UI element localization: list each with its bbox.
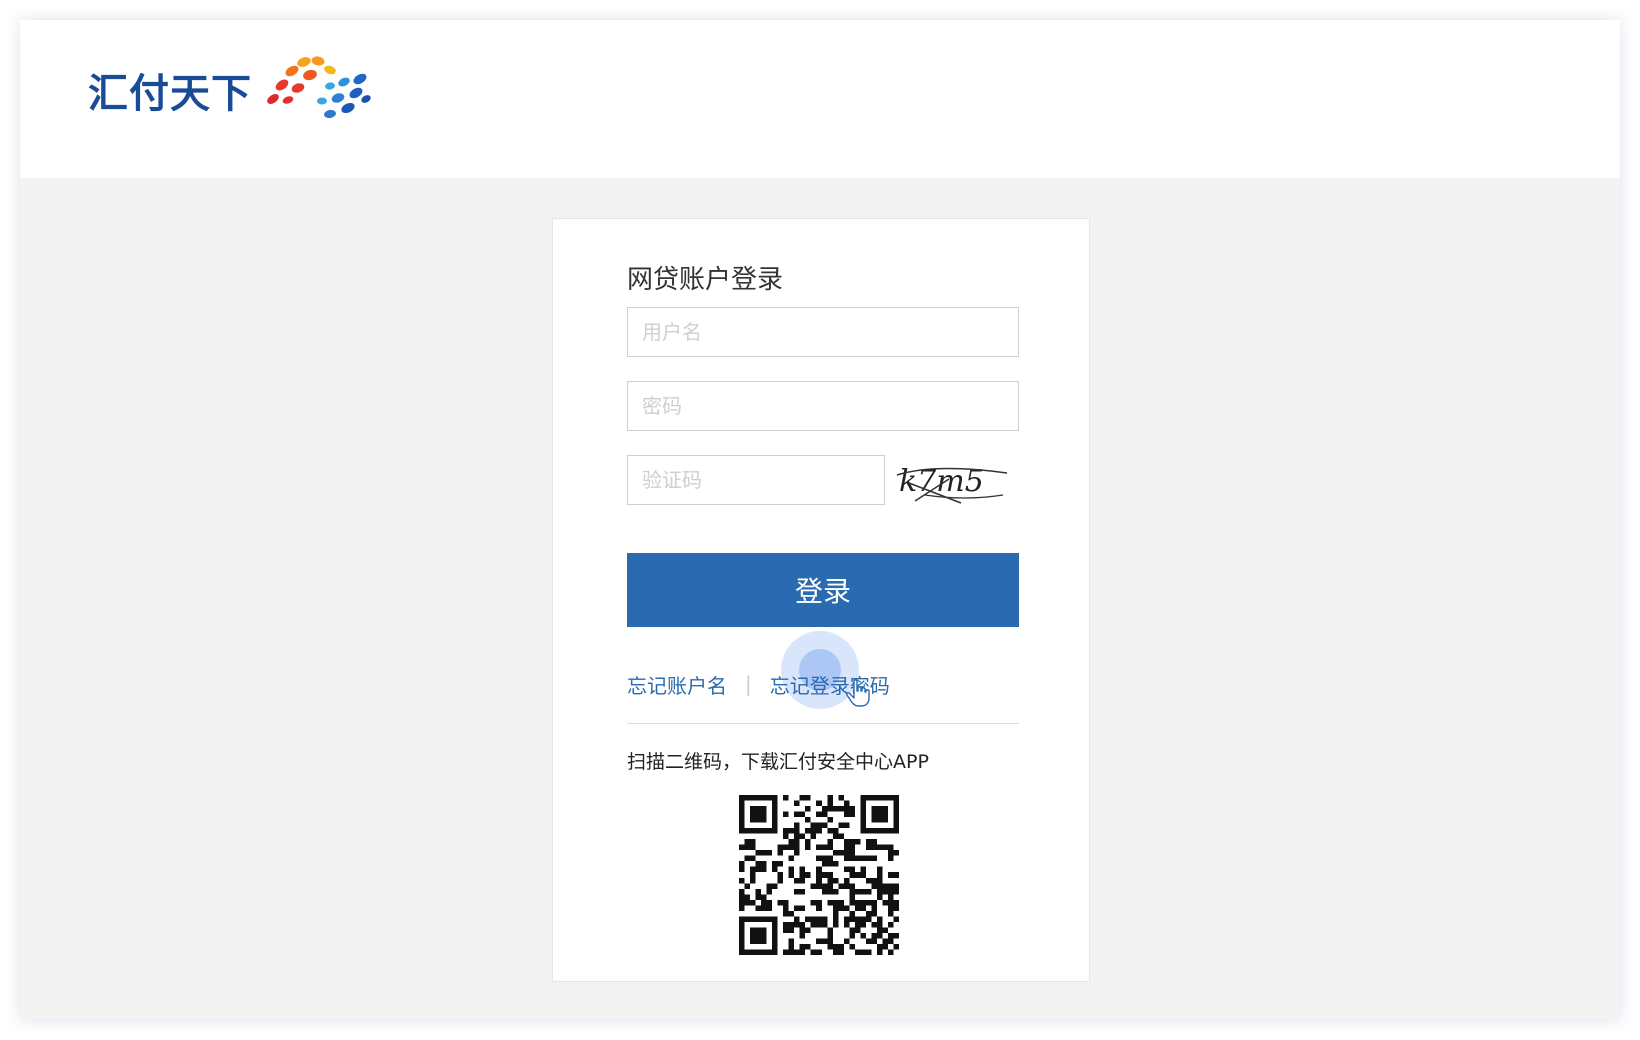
brand-name: 汇付天下 <box>88 71 252 117</box>
flower-logo-icon <box>267 56 371 119</box>
password-input[interactable] <box>627 381 1019 431</box>
pointer-hand-icon <box>846 679 870 707</box>
login-button[interactable]: 登录 <box>627 553 1019 627</box>
qr-code-icon <box>739 795 899 955</box>
section-divider <box>627 723 1019 724</box>
browser-window: 汇付天下 网贷账户登录 用户名 验证码 k7m5 登录 忘记账户名 | 忘记登录… <box>20 20 1620 1020</box>
username-input[interactable] <box>627 307 1019 357</box>
forgot-account-link[interactable]: 忘记账户名 <box>627 670 727 699</box>
captcha-image[interactable]: k7m5 <box>895 455 1019 509</box>
header: 汇付天下 <box>20 20 1620 178</box>
qr-caption: 扫描二维码，下载汇付安全中心APP <box>627 751 929 773</box>
brand-logo[interactable]: 汇付天下 <box>88 48 376 132</box>
link-separator: | <box>745 672 752 696</box>
login-title: 网贷账户登录 <box>627 265 784 295</box>
captcha-input[interactable] <box>627 455 885 505</box>
login-card: 网贷账户登录 k7m5 登录 忘记账户名 | 忘记登录密码 扫描二维码，下载汇付… <box>552 218 1090 982</box>
